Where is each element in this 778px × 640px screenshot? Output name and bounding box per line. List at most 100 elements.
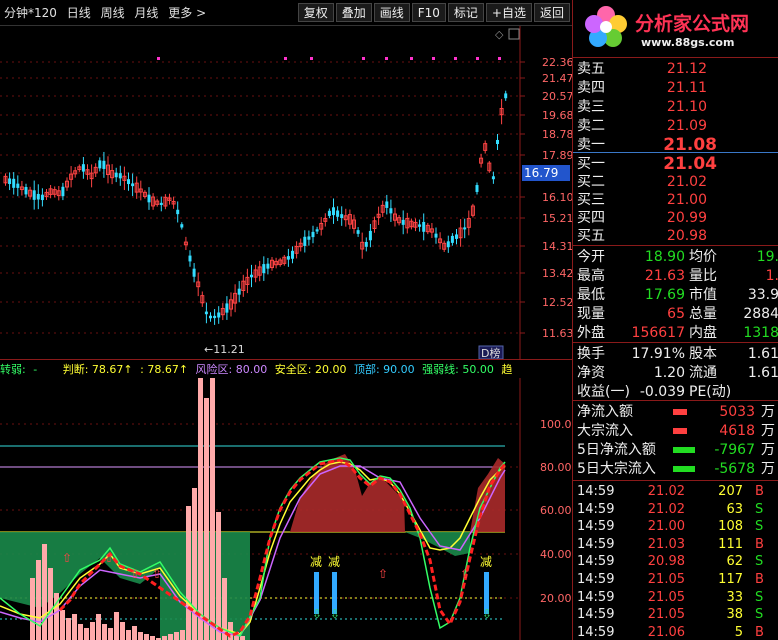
volume-bar (138, 632, 143, 640)
stat-value: 33.9 (747, 287, 778, 303)
adjust-button[interactable]: 复权 (297, 3, 334, 22)
volume-bar (192, 488, 197, 640)
flower-logo-icon (585, 6, 627, 47)
volume-bar (114, 612, 119, 640)
buy-level-2[interactable]: 买二 21.02 (577, 173, 777, 192)
candle-down (286, 256, 290, 260)
stat-label: 量比 (689, 268, 717, 284)
buy-level-1[interactable]: 买一 21.04 (577, 155, 777, 174)
tick-direction: B (755, 484, 764, 499)
add-watchlist-button[interactable]: +自选 (485, 3, 532, 22)
volume-bar (60, 610, 65, 640)
diamond-icon[interactable]: ◇ (495, 28, 504, 41)
period-day[interactable]: 日线 (67, 6, 91, 20)
overlay-button[interactable]: 叠加 (335, 3, 372, 22)
stat-label: 流通 (689, 365, 717, 381)
period-more[interactable]: 更多 > (168, 6, 206, 20)
buy-label: 买五 (577, 228, 605, 244)
sell-label: 卖二 (577, 118, 605, 134)
sell-level-3[interactable]: 卖三 21.10 (577, 98, 777, 117)
candle-down (36, 193, 40, 200)
separator (573, 480, 778, 481)
f10-button[interactable]: F10 (411, 3, 446, 22)
bid-ask-separator (573, 152, 778, 153)
buy-level-5[interactable]: 买五 20.98 (577, 227, 777, 246)
buy-price: 21.04 (663, 154, 717, 174)
corner-badge[interactable]: D榜 (481, 346, 500, 360)
tick-volume: 63 (726, 501, 743, 517)
tick-price: 20.98 (647, 554, 685, 570)
signal-dot (310, 57, 313, 60)
stat-label: 内盘 (689, 325, 717, 341)
tick-volume: 111 (718, 536, 743, 552)
flow-row: 净流入额 5033 万 (577, 403, 778, 422)
tick-price: 21.05 (647, 607, 685, 623)
tick-row: 14:59 21.02 207 B (577, 483, 778, 501)
stat-label: 最高 (577, 268, 605, 284)
volume-bar (204, 398, 209, 640)
indicator-axis-tick: 80.00 (540, 461, 572, 474)
signal-dot (157, 57, 160, 60)
volume-bar (66, 618, 71, 640)
candle-down (81, 164, 85, 172)
candle-down (127, 179, 130, 185)
stat-label: 净资 (577, 365, 605, 381)
indicator-chart[interactable]: 减减减⇧ ⇧ ⇧ ⇧⇧⇧⇩ ⇩ ⇩ 100.080.0060.0040.0020.00 (0, 378, 572, 640)
flow-label: 大宗流入 (577, 423, 633, 439)
price-candlestick-chart[interactable]: 22.36 21.47 20.57 19.68 18.78 17.89 16.10 15.21… (0, 26, 572, 360)
candle-down (225, 303, 229, 313)
logo-url[interactable]: www.88gs.com (641, 36, 734, 49)
stat-value: 1.61 (747, 365, 778, 381)
separator (573, 400, 778, 401)
down-arrow-icon: ⇩ (312, 607, 322, 621)
flow-bar (673, 409, 687, 415)
stat-label: 现量 (577, 306, 605, 322)
flow-label: 5日大宗流入 (577, 461, 656, 477)
volume-bar (102, 624, 107, 640)
tick-row: 14:59 21.02 63 S (577, 501, 778, 519)
candle-down (418, 224, 422, 227)
sell-level-4[interactable]: 卖四 21.11 (577, 79, 777, 98)
sell-level-5[interactable]: 卖五 21.12 (577, 60, 777, 79)
flow-bar (673, 428, 687, 434)
period-month[interactable]: 月线 (134, 6, 158, 20)
buy-level-3[interactable]: 买三 21.00 (577, 191, 777, 210)
sell-label: 卖三 (577, 99, 605, 115)
tick-price: 21.06 (647, 624, 685, 640)
candle-down (250, 274, 253, 278)
weak-label: 转弱: (0, 363, 26, 376)
draw-line-button[interactable]: 画线 (373, 3, 410, 22)
candle-down (118, 173, 122, 179)
price-axis-tick: 21.47 (542, 72, 572, 85)
safe-zone: 安全区: 20.00 (274, 363, 347, 376)
tick-direction: S (755, 519, 764, 535)
candle-down (385, 201, 389, 208)
mark-button[interactable]: 标记 (447, 3, 484, 22)
tick-volume: 33 (726, 589, 743, 605)
tick-time: 14:59 (577, 536, 615, 552)
buy-level-4[interactable]: 买四 20.99 (577, 209, 777, 228)
period-120min[interactable]: 分钟*120 (4, 6, 57, 20)
flow-bar (673, 447, 695, 453)
candle-down (327, 210, 331, 216)
tick-volume: 108 (718, 519, 743, 535)
up-arrow-icon: ⇧ (152, 567, 162, 581)
candle-down (315, 229, 319, 232)
candle-down (455, 234, 458, 239)
volume-bar (84, 628, 89, 640)
stat-label: 外盘 (577, 325, 605, 341)
stat-value: 1.61 (747, 346, 778, 362)
period-week[interactable]: 周线 (101, 6, 125, 20)
volume-bar (144, 634, 149, 640)
volume-bar (78, 624, 83, 640)
buy-price: 21.00 (666, 192, 707, 208)
tick-time: 14:59 (577, 572, 615, 587)
price-axis-tick: 17.89 (542, 149, 572, 162)
back-button[interactable]: 返回 (533, 3, 570, 22)
buy-price: 20.99 (666, 210, 707, 226)
signal-dot (385, 57, 388, 60)
flow-value: 4618 (719, 423, 755, 439)
sell-level-2[interactable]: 卖二 21.09 (577, 117, 777, 136)
candle-down (266, 263, 270, 269)
tick-row: 14:59 21.00 108 S (577, 518, 778, 536)
